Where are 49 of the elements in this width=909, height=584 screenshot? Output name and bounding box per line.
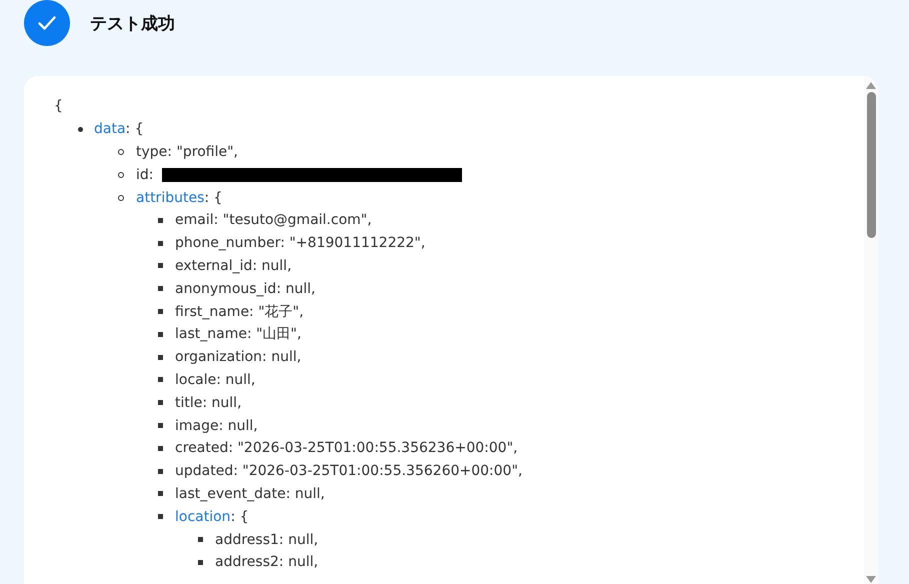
json-line: updated: "2026-03-25T01:00:55.356260+00:00", (175, 463, 522, 480)
bullet-icon (118, 194, 124, 201)
json-key-link[interactable]: location (175, 508, 231, 525)
json-line: title: null, (175, 394, 242, 411)
bullet-icon (158, 218, 163, 223)
json-line: type: "profile", (136, 144, 238, 160)
json-line: : { (204, 190, 222, 206)
json-line: anonymous_id: null, (175, 280, 316, 297)
json-line: phone_number: "+819011112222", (175, 235, 426, 252)
json-line: locale: null, (175, 372, 256, 388)
json-line: id: (136, 166, 154, 183)
bullet-icon (158, 354, 163, 360)
json-line: image: null, (175, 418, 258, 434)
json-line: : { (230, 508, 249, 525)
bullet-icon (198, 537, 203, 542)
bullet-icon (158, 263, 163, 268)
json-line: address2: null, (215, 554, 318, 570)
json-line: organization: null, (175, 349, 302, 366)
bullet-icon (158, 423, 163, 428)
bullet-icon (158, 377, 163, 382)
json-key-link[interactable]: attributes (136, 190, 204, 206)
bullet-icon (78, 126, 83, 132)
scroll-up-icon[interactable] (866, 81, 876, 89)
bullet-icon (118, 172, 124, 178)
json-line: : { (126, 121, 144, 138)
bullet-icon (158, 240, 163, 246)
json-line: last_event_date: null, (175, 486, 325, 502)
bullet-icon (158, 468, 163, 474)
scroll-down-icon[interactable] (866, 576, 876, 584)
scrollbar[interactable] (864, 76, 878, 584)
bullet-icon (158, 400, 163, 406)
bullet-icon (158, 332, 163, 337)
bullet-icon (158, 446, 163, 451)
json-line: external_id: null, (175, 258, 292, 274)
json-line: email: "tesuto@gmail.com", (175, 212, 372, 228)
bullet-icon (118, 148, 124, 155)
bullet-icon (198, 560, 203, 565)
json-line: created: "2026-03-25T01:00:55.356236+00:00", (175, 440, 518, 456)
bullet-icon (158, 286, 163, 292)
bullet-icon (158, 491, 163, 496)
json-brace: { (54, 98, 63, 114)
bullet-icon (158, 514, 163, 520)
json-line: address1: null, (215, 532, 318, 548)
scrollbar-thumb[interactable] (866, 92, 876, 238)
json-line: first_name: "花子", (175, 302, 304, 321)
json-key-link[interactable]: data (94, 121, 126, 138)
result-title: テスト成功 (90, 12, 175, 34)
json-line: last_name: "山田", (175, 325, 302, 344)
bullet-icon (158, 309, 163, 314)
